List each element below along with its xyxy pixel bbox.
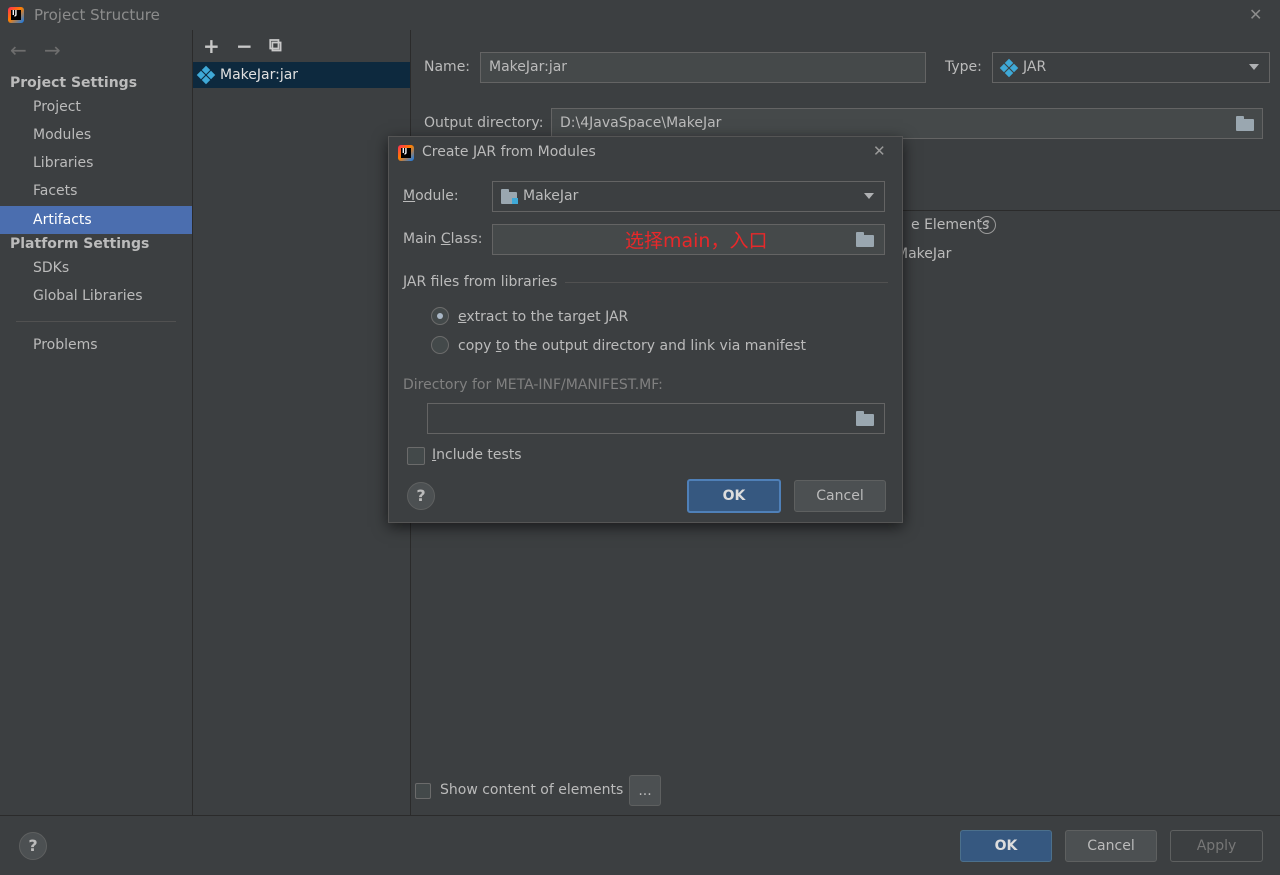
settings-sidebar: ← → Project Settings Project Modules Lib…	[0, 30, 193, 815]
forward-arrow-icon[interactable]: →	[44, 38, 61, 62]
copy-icon[interactable]: ⧉	[269, 36, 282, 56]
main-class-label: Main Class:	[403, 231, 483, 247]
project-settings-header: Project Settings	[10, 75, 138, 91]
output-directory-value: D:\4JavaSpace\MakeJar	[560, 115, 722, 131]
footer-ok-button[interactable]: OK	[960, 830, 1052, 862]
name-label: Name:	[424, 59, 471, 75]
sidebar-divider	[16, 321, 176, 322]
sidebar-item-libraries[interactable]: Libraries	[0, 149, 192, 177]
name-input[interactable]: MakeJar:jar	[480, 52, 926, 83]
help-icon[interactable]: ?	[978, 216, 996, 234]
browse-main-class-icon[interactable]	[856, 232, 874, 247]
module-dropdown-value: MakeJar	[523, 188, 579, 204]
include-tests-label: Include tests	[432, 447, 522, 463]
sidebar-item-problems[interactable]: Problems	[0, 331, 192, 359]
add-icon[interactable]: +	[203, 36, 220, 56]
footer-bar: ? OK Cancel Apply	[0, 815, 1280, 875]
extract-radio[interactable]	[431, 307, 449, 325]
sidebar-item-facets[interactable]: Facets	[0, 177, 192, 205]
dialog-close-icon[interactable]: ✕	[873, 142, 886, 160]
platform-settings-header: Platform Settings	[10, 236, 150, 252]
sidebar-item-global-libraries[interactable]: Global Libraries	[0, 282, 192, 310]
window-title: Project Structure	[34, 6, 160, 24]
dialog-ok-button[interactable]: OK	[687, 479, 781, 513]
sidebar-item-sdks[interactable]: SDKs	[0, 254, 192, 282]
extract-radio-label: extract to the target JAR	[458, 309, 629, 325]
module-dropdown[interactable]: MakeJar	[492, 181, 885, 212]
back-arrow-icon[interactable]: ←	[10, 38, 27, 62]
dialog-title: Create JAR from Modules	[422, 144, 596, 160]
section-divider	[565, 282, 888, 283]
intellij-app-icon: IJ	[8, 7, 24, 23]
show-content-label: Show content of elements	[440, 782, 624, 798]
intellij-app-icon: IJ	[398, 145, 414, 161]
type-dropdown[interactable]: JAR	[992, 52, 1270, 83]
sidebar-item-project[interactable]: Project	[0, 93, 192, 121]
type-label: Type:	[945, 59, 982, 75]
chevron-down-icon	[864, 193, 874, 199]
artifact-item-label: MakeJar:jar	[220, 67, 299, 83]
jar-files-section-label: JAR files from libraries	[403, 274, 558, 290]
footer-cancel-button[interactable]: Cancel	[1065, 830, 1157, 862]
main-class-annotation: 选择main，入口	[625, 230, 768, 252]
title-bar: IJ Project Structure ✕	[0, 0, 1280, 30]
module-label: Module:	[403, 188, 459, 204]
chevron-down-icon	[1249, 64, 1259, 70]
manifest-dir-input[interactable]	[427, 403, 885, 434]
show-content-checkbox[interactable]	[415, 783, 431, 799]
artifacts-list-panel: + − ⧉ MakeJar:jar	[193, 30, 411, 815]
show-content-options-button[interactable]: ...	[629, 775, 661, 806]
browse-folder-icon[interactable]	[1236, 116, 1254, 131]
window-close-icon[interactable]: ✕	[1249, 5, 1262, 24]
browse-manifest-icon[interactable]	[856, 411, 874, 426]
copy-radio-label: copy to the output directory and link vi…	[458, 338, 807, 354]
remove-icon[interactable]: −	[236, 36, 253, 56]
jar-type-icon	[999, 58, 1019, 78]
output-directory-label: Output directory:	[424, 115, 544, 131]
dialog-cancel-button[interactable]: Cancel	[794, 480, 886, 512]
include-tests-checkbox[interactable]	[407, 447, 425, 465]
dialog-help-button[interactable]: ?	[407, 482, 435, 510]
module-tree-item[interactable]: MakeJar	[896, 246, 951, 262]
create-jar-dialog: IJ Create JAR from Modules ✕ Module: Mak…	[388, 136, 903, 523]
artifact-item-makejar[interactable]: MakeJar:jar	[193, 62, 410, 88]
footer-help-button[interactable]: ?	[19, 832, 47, 860]
manifest-dir-label: Directory for META-INF/MANIFEST.MF:	[403, 377, 663, 393]
sidebar-item-modules[interactable]: Modules	[0, 121, 192, 149]
sidebar-item-artifacts[interactable]: Artifacts	[0, 206, 192, 234]
footer-apply-button[interactable]: Apply	[1170, 830, 1263, 862]
copy-radio[interactable]	[431, 336, 449, 354]
module-badge-icon	[512, 198, 518, 204]
jar-artifact-icon	[196, 65, 216, 85]
type-dropdown-value: JAR	[1023, 59, 1047, 75]
output-directory-input[interactable]: D:\4JavaSpace\MakeJar	[551, 108, 1263, 139]
